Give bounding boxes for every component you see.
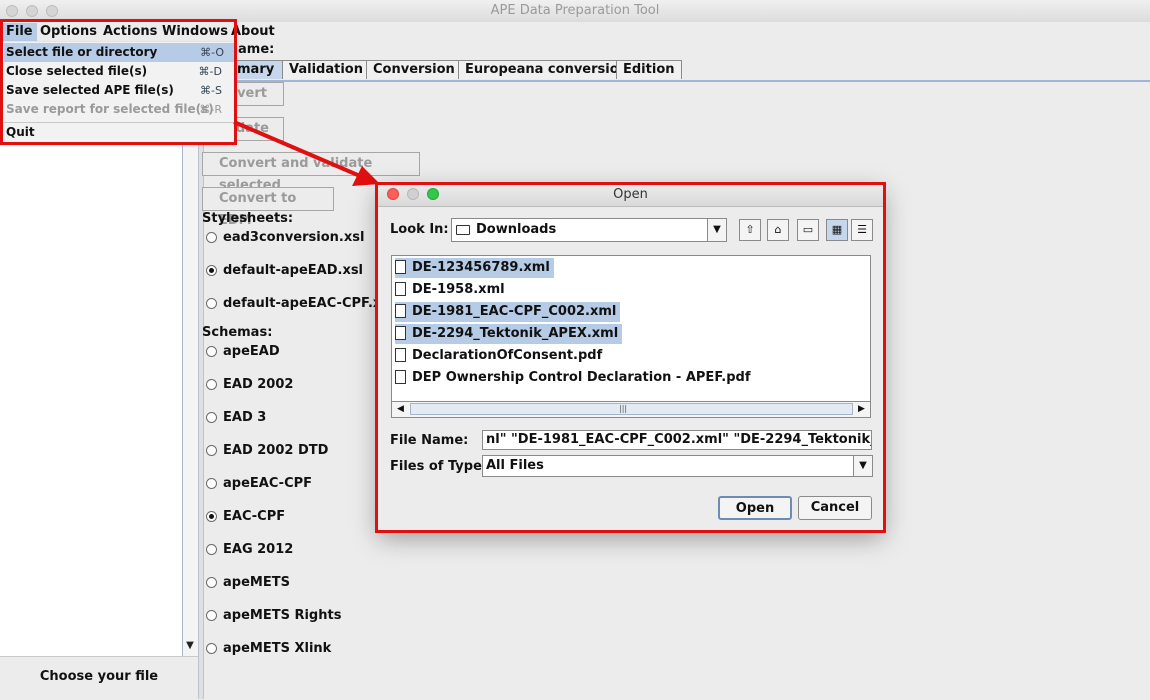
annotation-highlight-box bbox=[0, 19, 237, 145]
schema-radio-apemets-xlink[interactable]: apeMETS Xlink bbox=[206, 640, 331, 658]
schema-radio-ead-2002-dtd[interactable]: EAD 2002 DTD bbox=[206, 442, 328, 460]
tab-europeana-conversion[interactable]: Europeana conversion bbox=[458, 60, 635, 79]
schema-radio-eac-cpf[interactable]: EAC-CPF bbox=[206, 508, 285, 526]
schema-radio-apeead[interactable]: apeEAD bbox=[206, 343, 280, 361]
radio-icon bbox=[206, 412, 217, 423]
tab-edition[interactable]: Edition bbox=[616, 60, 682, 79]
stylesheet-radio-ead3conversion[interactable]: ead3conversion.xsl bbox=[206, 229, 364, 247]
radio-selected-icon bbox=[206, 265, 217, 276]
schemas-label: Schemas: bbox=[202, 325, 273, 340]
radio-icon bbox=[206, 610, 217, 621]
stylesheet-radio-default-apeeac-cpf[interactable]: default-apeEAC-CPF.xsl bbox=[206, 295, 394, 313]
schema-radio-ead-3[interactable]: EAD 3 bbox=[206, 409, 266, 427]
schema-radio-apeeac-cpf[interactable]: apeEAC-CPF bbox=[206, 475, 312, 493]
name-label: ame: bbox=[238, 42, 275, 57]
schema-radio-ead-2002[interactable]: EAD 2002 bbox=[206, 376, 293, 394]
schema-radio-apemets-rights[interactable]: apeMETS Rights bbox=[206, 607, 341, 625]
tab-summary[interactable]: mary bbox=[230, 60, 290, 79]
radio-icon bbox=[206, 445, 217, 456]
stylesheet-radio-default-apeead[interactable]: default-apeEAD.xsl bbox=[206, 262, 363, 280]
scroll-down-arrow-icon[interactable]: ▼ bbox=[182, 638, 198, 654]
stylesheets-label: Stylesheets: bbox=[202, 211, 294, 226]
schema-radio-apemets[interactable]: apeMETS bbox=[206, 574, 290, 592]
tab-validation[interactable]: Validation bbox=[282, 60, 370, 79]
tab-conversion[interactable]: Conversion bbox=[366, 60, 462, 79]
choose-file-button[interactable]: Choose your file bbox=[0, 656, 198, 700]
radio-icon bbox=[206, 577, 217, 588]
window-title: APE Data Preparation Tool bbox=[490, 3, 660, 18]
annotation-arrow-icon bbox=[233, 120, 380, 186]
main-tabs: mary Validation Conversion Europeana con… bbox=[202, 60, 1150, 82]
radio-icon bbox=[206, 643, 217, 654]
radio-icon bbox=[206, 544, 217, 555]
radio-icon bbox=[206, 232, 217, 243]
radio-icon bbox=[206, 478, 217, 489]
radio-icon bbox=[206, 379, 217, 390]
radio-icon bbox=[206, 346, 217, 357]
annotation-dialog-box bbox=[375, 182, 886, 533]
radio-icon bbox=[206, 298, 217, 309]
schema-radio-eag-2012[interactable]: EAG 2012 bbox=[206, 541, 293, 559]
radio-selected-icon bbox=[206, 511, 217, 522]
